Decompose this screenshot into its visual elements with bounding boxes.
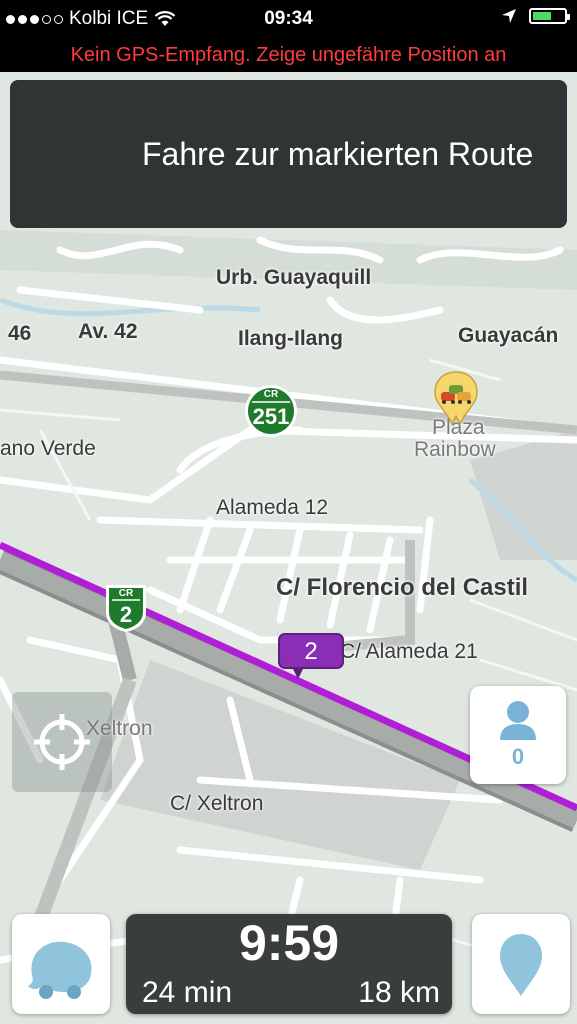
location-arrow-icon xyxy=(502,9,516,23)
map-label-llano-verde: ano Verde xyxy=(0,437,96,460)
map-label-guayacan: Guayacán xyxy=(458,324,559,347)
status-bar: Kolbi ICE 09:34 xyxy=(0,0,577,38)
eta-panel[interactable]: 9:59 24 min 18 km xyxy=(126,914,452,1014)
map-label-c-xeltron: C/ Xeltron xyxy=(170,792,264,815)
menu-button[interactable] xyxy=(12,914,110,1014)
nearby-users-button[interactable]: 0 xyxy=(470,686,566,784)
cr251-shield: CR 251 xyxy=(242,384,300,438)
cr2-shield-num: 2 xyxy=(119,602,133,627)
instruction-text: Fahre zur markierten Route xyxy=(142,136,534,172)
map-label-av-42: Av. 42 xyxy=(78,320,138,343)
map-label-alameda-21: C/ Alameda 21 xyxy=(340,640,478,663)
gps-warning-banner: Kein GPS-Empfang. Zeige ungefähre Positi… xyxy=(0,38,577,72)
user-icon xyxy=(500,701,536,740)
map-label-ilang-ilang: Ilang-Ilang xyxy=(238,327,343,350)
crosshair-icon xyxy=(34,714,90,770)
cr251-shield-num: 251 xyxy=(252,404,290,429)
map-pin-icon xyxy=(500,934,542,996)
instruction-panel[interactable]: Fahre zur markierten Route xyxy=(10,80,567,228)
nearby-users-count: 0 xyxy=(511,744,525,769)
map-label-florencio: C/ Florencio del Castil xyxy=(276,574,529,601)
eta-time: 9:59 xyxy=(238,915,340,971)
route-count-marker[interactable]: 2 xyxy=(278,633,344,679)
eta-duration: 24 min xyxy=(142,976,233,1009)
report-button[interactable] xyxy=(472,914,570,1014)
map-label-urb-guayaquill: Urb. Guayaquill xyxy=(216,266,372,289)
cr251-shield-top: CR xyxy=(263,389,279,400)
map-label-rainbow: Rainbow xyxy=(414,438,496,461)
map-label-46: 46 xyxy=(8,322,32,345)
traffic-jam-pin-icon[interactable] xyxy=(432,370,480,426)
cr2-shield-top: CR xyxy=(118,588,134,599)
battery-icon xyxy=(529,8,570,24)
map-label-alameda-12: Alameda 12 xyxy=(216,496,329,519)
cr2-shield: CR 2 xyxy=(100,582,152,634)
eta-distance: 18 km xyxy=(358,976,440,1009)
status-time: 09:34 xyxy=(264,8,313,29)
recenter-button[interactable] xyxy=(12,692,112,792)
waze-icon xyxy=(28,941,92,999)
